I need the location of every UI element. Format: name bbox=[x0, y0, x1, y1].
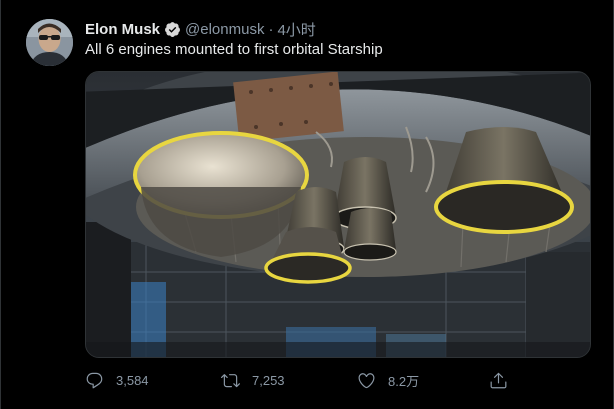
tweet-actions-bar: 3,584 7,253 8.2万 bbox=[85, 369, 515, 391]
tweet-card[interactable]: Elon Musk @elonmusk · 4小时 All 6 engines … bbox=[0, 0, 614, 409]
author-handle[interactable]: @elonmusk bbox=[185, 21, 264, 38]
share-icon bbox=[490, 372, 507, 388]
like-count: 8.2万 bbox=[388, 373, 420, 389]
verified-badge-icon bbox=[164, 21, 181, 38]
tweet-header: Elon Musk @elonmusk · 4小时 bbox=[85, 19, 316, 39]
tweet-text: All 6 engines mounted to first orbital S… bbox=[85, 41, 383, 58]
reply-button[interactable]: 3,584 bbox=[85, 369, 149, 391]
tweet-timestamp[interactable]: 4小时 bbox=[277, 19, 315, 40]
avatar[interactable] bbox=[26, 19, 73, 66]
reply-count: 3,584 bbox=[116, 372, 149, 388]
share-button[interactable] bbox=[489, 369, 520, 391]
retweet-icon bbox=[221, 373, 240, 387]
retweet-button[interactable]: 7,253 bbox=[221, 369, 285, 391]
like-button[interactable]: 8.2万 bbox=[357, 369, 419, 391]
separator-dot: · bbox=[268, 20, 274, 38]
avatar-image bbox=[26, 19, 73, 66]
tweet-media-photo[interactable] bbox=[85, 71, 591, 358]
heart-icon bbox=[358, 372, 375, 388]
reply-icon bbox=[86, 372, 103, 388]
author-name[interactable]: Elon Musk bbox=[85, 21, 160, 38]
retweet-count: 7,253 bbox=[252, 372, 285, 388]
rocket-engines-photo bbox=[86, 72, 590, 357]
